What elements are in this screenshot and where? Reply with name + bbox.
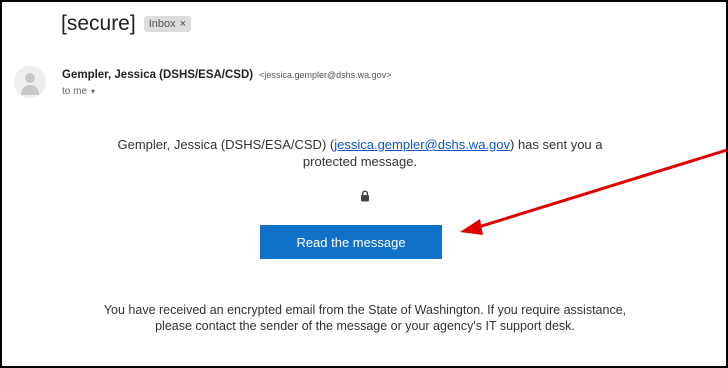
encryption-notice: You have received an encrypted email fro…	[103, 303, 627, 333]
lock-icon	[361, 190, 369, 202]
sender-name[interactable]: Gempler, Jessica (DSHS/ESA/CSD)	[62, 69, 253, 81]
remove-label-icon[interactable]: ×	[180, 18, 186, 30]
email-subject: [secure]	[61, 12, 136, 35]
inbox-label-badge: Inbox ×	[143, 16, 192, 32]
protected-message-intro: Gempler, Jessica (DSHS/ESA/CSD) (jessica…	[90, 136, 630, 170]
avatar-head-shape	[25, 73, 35, 83]
read-message-button[interactable]: Read the message	[260, 225, 442, 259]
subject-row: [secure] Inbox ×	[61, 12, 192, 36]
sender-email: <jessica.gempler@dshs.wa.gov>	[259, 70, 392, 80]
sender-line: Gempler, Jessica (DSHS/ESA/CSD) <jessica…	[62, 69, 391, 81]
recipient-details-toggle[interactable]: to me ▾	[62, 86, 95, 97]
chevron-down-icon[interactable]: ▾	[91, 87, 95, 96]
inbox-label-text: Inbox	[148, 18, 176, 30]
avatar-body-shape	[21, 85, 39, 95]
sender-avatar	[14, 66, 46, 98]
intro-prefix: Gempler, Jessica (DSHS/ESA/CSD) (	[117, 137, 335, 152]
sender-email-link[interactable]: jessica.gempler@dshs.wa.gov	[334, 137, 510, 152]
to-me-text: to me	[62, 86, 88, 97]
